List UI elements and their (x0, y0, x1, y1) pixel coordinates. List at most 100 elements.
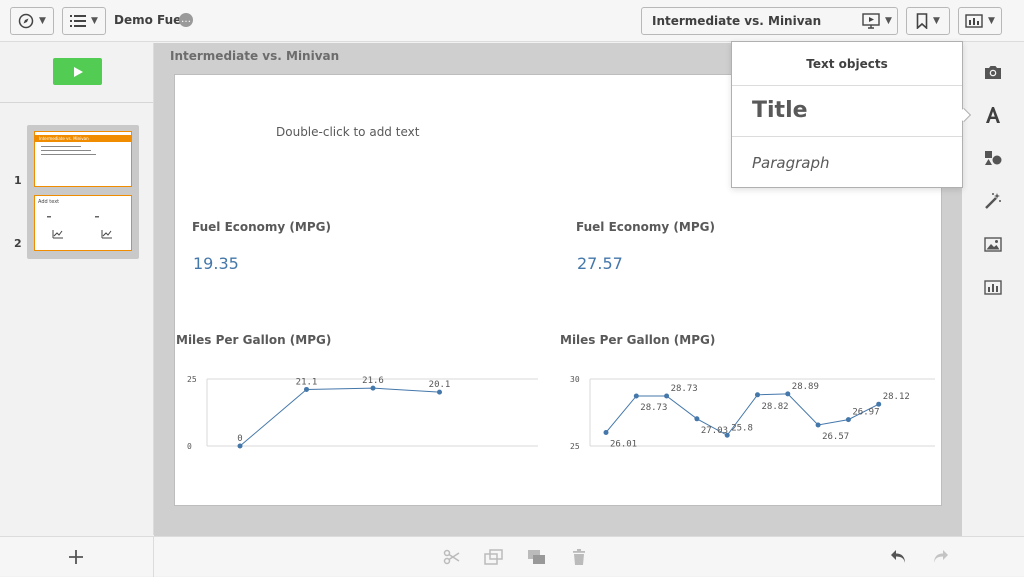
magic-wand-icon (985, 193, 1001, 209)
thumb-line (41, 154, 96, 155)
data-point (785, 391, 791, 397)
play-story-button[interactable] (53, 58, 102, 85)
bookmarks-button[interactable]: ▼ (906, 7, 950, 35)
data-label: 28.82 (762, 402, 789, 412)
data-point (237, 443, 243, 449)
story-selector-label: Intermediate vs. Minivan (652, 14, 822, 28)
sheets-button[interactable]: ▼ (958, 7, 1002, 35)
data-point (845, 417, 851, 423)
navigation-menu-button[interactable]: ▼ (10, 7, 54, 35)
data-point (370, 385, 376, 391)
redo-button[interactable] (930, 547, 950, 567)
slide-thumbnails: Intermediate vs. Minivan Add text (27, 125, 139, 259)
sheet-icon (984, 279, 1002, 295)
chart-title: Miles Per Gallon (MPG) (176, 333, 332, 347)
y-tick-label: 30 (570, 375, 580, 384)
chart-title: Miles Per Gallon (MPG) (560, 333, 716, 347)
sheet-icon (965, 14, 983, 28)
effects-button[interactable] (982, 190, 1004, 212)
slide-thumbnail-1[interactable]: Intermediate vs. Minivan (34, 131, 132, 187)
text-placeholder[interactable]: Double-click to add text (276, 125, 419, 139)
redo-icon (934, 550, 948, 563)
slides-panel: 1 2 Intermediate vs. Minivan Add text (0, 43, 154, 535)
copy-button[interactable] (484, 547, 504, 567)
line-chart-2[interactable]: 30 25 26.01 28.73 28.73 27.03 25.8 28.8228.89 26… (560, 370, 935, 460)
data-point (815, 422, 821, 428)
y-tick-label: 25 (570, 442, 580, 451)
chevron-down-icon: ▼ (39, 16, 46, 26)
chevron-down-icon: ▼ (885, 16, 892, 26)
data-label: 27.03 (701, 426, 728, 436)
snapshot-button[interactable] (982, 61, 1004, 83)
data-point (755, 392, 760, 398)
shapes-button[interactable] (982, 147, 1004, 169)
y-tick-label: 25 (187, 375, 197, 384)
trash-icon (573, 548, 585, 565)
object-toolbar (963, 43, 1024, 536)
bookmark-icon (916, 13, 928, 29)
text-objects-popover: Text objects Title Paragraph (731, 41, 972, 188)
app-info-icon[interactable]: … (179, 13, 193, 27)
paste-button[interactable] (527, 547, 547, 567)
divider (0, 102, 153, 103)
data-label: 0 (237, 434, 242, 444)
data-point (876, 401, 882, 407)
add-slide-button[interactable] (66, 547, 86, 567)
chevron-down-icon: ▼ (933, 16, 940, 26)
media-button[interactable] (982, 233, 1004, 255)
data-point (304, 386, 309, 392)
slide-thumbnail-2[interactable]: Add text (34, 195, 132, 251)
undo-icon (891, 550, 905, 563)
present-icon (862, 13, 880, 29)
paragraph-object-item[interactable]: Paragraph (732, 138, 962, 186)
chevron-down-icon: ▼ (988, 16, 995, 26)
data-point (437, 389, 442, 395)
list-icon (70, 15, 87, 27)
text-a-icon (986, 107, 1000, 123)
thumb-charts (47, 216, 112, 239)
data-label: 21.6 (362, 376, 384, 386)
data-point (724, 432, 730, 438)
data-point (664, 393, 670, 399)
story-selector[interactable]: Intermediate vs. Minivan ▼ (641, 7, 898, 35)
undo-button[interactable] (889, 547, 909, 567)
app-title[interactable]: Demo Fuel (114, 13, 185, 27)
kpi-value: 19.35 (193, 254, 239, 273)
y-tick-label: 0 (187, 442, 192, 451)
kpi-title: Fuel Economy (MPG) (192, 220, 331, 234)
compass-icon (18, 13, 34, 29)
global-menu-button[interactable]: ▼ (62, 7, 106, 35)
data-label: 21.1 (296, 377, 318, 387)
data-label: 26.97 (852, 408, 879, 418)
bottom-toolbar (0, 536, 1024, 577)
divider (153, 537, 154, 577)
kpi-title: Fuel Economy (MPG) (576, 220, 715, 234)
paste-icon (528, 550, 545, 564)
scissors-icon (443, 549, 460, 565)
series-line (239, 387, 440, 447)
kpi-value: 27.57 (577, 254, 623, 273)
copy-icon (484, 549, 503, 565)
plus-icon (69, 550, 83, 564)
data-point (633, 393, 639, 399)
shapes-icon (985, 151, 1002, 165)
data-label: 26.01 (610, 439, 637, 449)
title-object-item[interactable]: Title (732, 87, 962, 137)
data-label: 25.8 (731, 423, 753, 433)
data-label: 28.12 (883, 392, 910, 402)
data-label: 28.73 (640, 403, 667, 413)
data-label: 28.73 (671, 384, 698, 394)
delete-button[interactable] (569, 547, 589, 567)
camera-icon (985, 65, 1001, 79)
data-point (603, 429, 609, 435)
data-label: 26.57 (822, 432, 849, 442)
thumb-line (41, 146, 81, 147)
sheets-library-button[interactable] (982, 276, 1004, 298)
slide-number: 1 (14, 174, 22, 187)
thumb-line (41, 150, 91, 151)
chevron-down-icon: ▼ (91, 16, 98, 26)
data-label: 28.89 (792, 382, 819, 392)
cut-button[interactable] (442, 547, 462, 567)
line-chart-1[interactable]: 25 0 0 21.1 21.6 20.1 (175, 370, 550, 460)
text-objects-button[interactable] (982, 104, 1004, 126)
